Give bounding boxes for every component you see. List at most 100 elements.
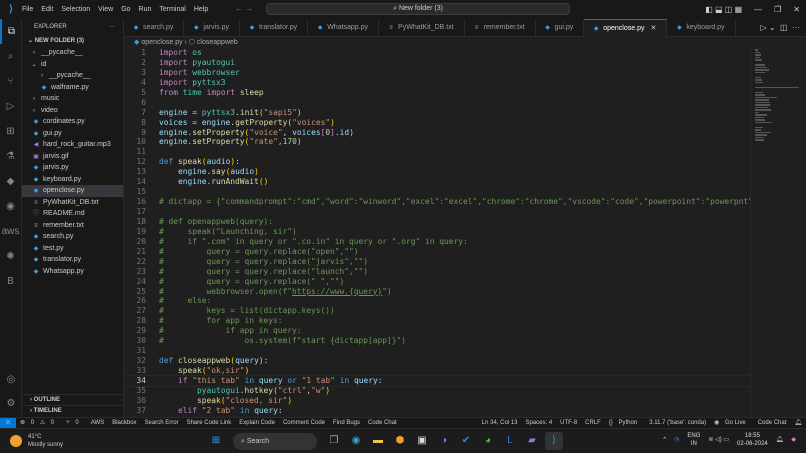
- clock-app-icon[interactable]: ◷: [674, 436, 679, 444]
- status-blackbox[interactable]: Blackbox: [112, 418, 136, 428]
- edge-icon[interactable]: ◉: [347, 432, 365, 450]
- indentation[interactable]: Spaces: 4: [525, 418, 552, 428]
- medal-app-icon[interactable]: ⬢: [391, 432, 409, 450]
- maximize-button[interactable]: ❐: [774, 5, 781, 14]
- tab-translator-py[interactable]: ◆ translator.py: [240, 19, 309, 37]
- tab-remember-txt[interactable]: ≡ remember.txt: [465, 19, 536, 37]
- close-tab-icon[interactable]: ✕: [651, 25, 657, 32]
- tree-item[interactable]: › music: [22, 93, 123, 105]
- tree-item[interactable]: › __pycache__: [22, 47, 123, 59]
- more-icon[interactable]: ···: [792, 23, 800, 32]
- file-explorer-icon[interactable]: ▬: [369, 432, 387, 450]
- python-interpreter[interactable]: 3.11.7 ('base': conda): [649, 418, 706, 428]
- tab-jarvis-py[interactable]: ◆ jarvis.py: [184, 19, 241, 37]
- tree-item[interactable]: ◆ jarvis.py: [22, 162, 123, 174]
- menu-view[interactable]: View: [98, 6, 113, 13]
- split-editor-icon[interactable]: ◫: [780, 23, 788, 32]
- tray-overflow-icon[interactable]: ^: [663, 436, 666, 444]
- chrome-icon[interactable]: ◕: [479, 432, 497, 450]
- blackbox-icon[interactable]: ◉: [0, 194, 21, 219]
- b-extension-icon[interactable]: B: [0, 269, 21, 294]
- source-control-icon[interactable]: ⑂: [0, 69, 21, 94]
- python-icon[interactable]: ◆: [0, 169, 21, 194]
- menu-terminal[interactable]: Terminal: [159, 6, 185, 13]
- cursor-position[interactable]: Ln 34, Col 13: [482, 418, 518, 428]
- start-button[interactable]: ⊞: [207, 432, 225, 450]
- openai-icon[interactable]: ✺: [0, 244, 21, 269]
- folder-root[interactable]: ⌄ NEW FOLDER (3): [22, 36, 123, 47]
- status-search-error[interactable]: Search Error: [145, 418, 179, 428]
- weather-widget[interactable]: 41°C Mostly sunny: [10, 433, 63, 449]
- tab-openclose-py[interactable]: ◆ openclose.py ✕: [584, 19, 668, 37]
- menu-edit[interactable]: Edit: [41, 6, 53, 13]
- status-comment-code[interactable]: Comment Code: [283, 418, 325, 428]
- status-aws[interactable]: AWS: [91, 418, 104, 428]
- timeline-section[interactable]: › TIMELINE: [22, 405, 123, 416]
- tree-item[interactable]: ≡ remember.txt: [22, 220, 123, 232]
- tree-item[interactable]: ⌄ id: [22, 59, 123, 71]
- linkedin-app-icon[interactable]: L: [501, 432, 519, 450]
- tree-item[interactable]: ▣ jarvis.gif: [22, 151, 123, 163]
- close-window-button[interactable]: ✕: [793, 5, 800, 14]
- vscode-taskbar-icon[interactable]: ⟩: [545, 432, 563, 450]
- clipchamp-icon[interactable]: ▰: [523, 432, 541, 450]
- tree-item[interactable]: › video: [22, 105, 123, 117]
- tab-pywhatkit_db-txt[interactable]: ≡ PyWhatKit_DB.txt: [379, 19, 465, 37]
- menu-run[interactable]: Run: [139, 6, 152, 13]
- search-icon[interactable]: ⌕: [0, 44, 21, 69]
- tree-item[interactable]: ◆ search.py: [22, 231, 123, 243]
- gear-icon[interactable]: ⚙: [0, 391, 22, 416]
- tree-item[interactable]: ◆ translator.py: [22, 254, 123, 266]
- minimize-button[interactable]: —: [754, 5, 762, 14]
- tab-whatsapp-py[interactable]: ◆ Whatsapp.py: [308, 19, 380, 37]
- go-live[interactable]: ◉ Go Live: [714, 418, 750, 428]
- language-indicator[interactable]: ENG IN: [687, 432, 700, 448]
- tree-item[interactable]: ◆ cordinates.py: [22, 116, 123, 128]
- status-find-bugs[interactable]: Find Bugs: [333, 418, 360, 428]
- status-explain-code[interactable]: Explain Code: [239, 418, 275, 428]
- eol[interactable]: CRLF: [585, 418, 601, 428]
- tree-item[interactable]: ◆ walframe.py: [22, 82, 123, 94]
- tree-item[interactable]: › __pycache__: [22, 70, 123, 82]
- wifi-volume-battery-icons[interactable]: ≋ ◁) ▭: [708, 436, 729, 444]
- taskbar-search[interactable]: ⌕ Search: [233, 432, 317, 450]
- more-actions-icon[interactable]: ···: [109, 19, 115, 36]
- status-code-chat[interactable]: Code Chat: [368, 418, 397, 428]
- tab-search-py[interactable]: ◆ search.py: [124, 19, 185, 37]
- breadcrumb-symbol[interactable]: closeappweb: [197, 39, 238, 46]
- menu-selection[interactable]: Selection: [61, 6, 90, 13]
- problems-indicator[interactable]: ⊗ 0 ⚠ 0: [20, 418, 58, 428]
- menu-file[interactable]: File: [22, 6, 33, 13]
- notification-bell-icon[interactable]: 🔔︎: [776, 436, 784, 444]
- tab-keyboard-py[interactable]: ◆ keyboard.py: [667, 19, 736, 37]
- tree-item[interactable]: ◆ test.py: [22, 243, 123, 255]
- explorer-icon[interactable]: ⧉: [0, 19, 21, 44]
- tree-item[interactable]: ◆ Whatsapp.py: [22, 266, 123, 278]
- code-editor[interactable]: 1 import os 2 import pyautogui 3 import webbr…: [124, 48, 750, 417]
- code-chat-right[interactable]: Code Chat: [758, 418, 787, 428]
- outline-section[interactable]: › OUTLINE: [22, 394, 123, 405]
- language-mode[interactable]: {} Python: [609, 418, 641, 428]
- ports-indicator[interactable]: ⑂ 0: [66, 418, 83, 428]
- run-icon[interactable]: ▷ ⌄: [760, 23, 775, 32]
- command-center-search[interactable]: ⌕ New folder (3): [266, 3, 570, 15]
- tree-item[interactable]: ◆ gui.py: [22, 128, 123, 140]
- task-view-icon[interactable]: ❐: [325, 432, 343, 450]
- encoding[interactable]: UTF-8: [560, 418, 577, 428]
- run-debug-icon[interactable]: ▷: [0, 94, 21, 119]
- copilot-icon[interactable]: ◑: [435, 432, 453, 450]
- store-icon[interactable]: ▣: [413, 432, 431, 450]
- notifications-icon[interactable]: 🔔︎: [794, 418, 802, 428]
- menu-help[interactable]: Help: [194, 6, 208, 13]
- tree-item[interactable]: ≡ PyWhatKit_DB.txt: [22, 197, 123, 209]
- layout-toggle-icon[interactable]: ◧ ⬓ ◫ ▦: [705, 5, 742, 14]
- copilot-tray-icon[interactable]: ◆: [791, 436, 796, 444]
- tab-gui-py[interactable]: ◆ gui.py: [536, 19, 585, 37]
- aws-icon[interactable]: aws: [0, 219, 21, 244]
- status-share-code-link[interactable]: Share Code Link: [187, 418, 232, 428]
- menu-go[interactable]: Go: [121, 6, 130, 13]
- tree-item[interactable]: ⓘ README.md: [22, 208, 123, 220]
- todo-icon[interactable]: ✔: [457, 432, 475, 450]
- nav-arrows[interactable]: ← →: [235, 4, 253, 13]
- remote-icon[interactable]: ⤫: [0, 418, 16, 428]
